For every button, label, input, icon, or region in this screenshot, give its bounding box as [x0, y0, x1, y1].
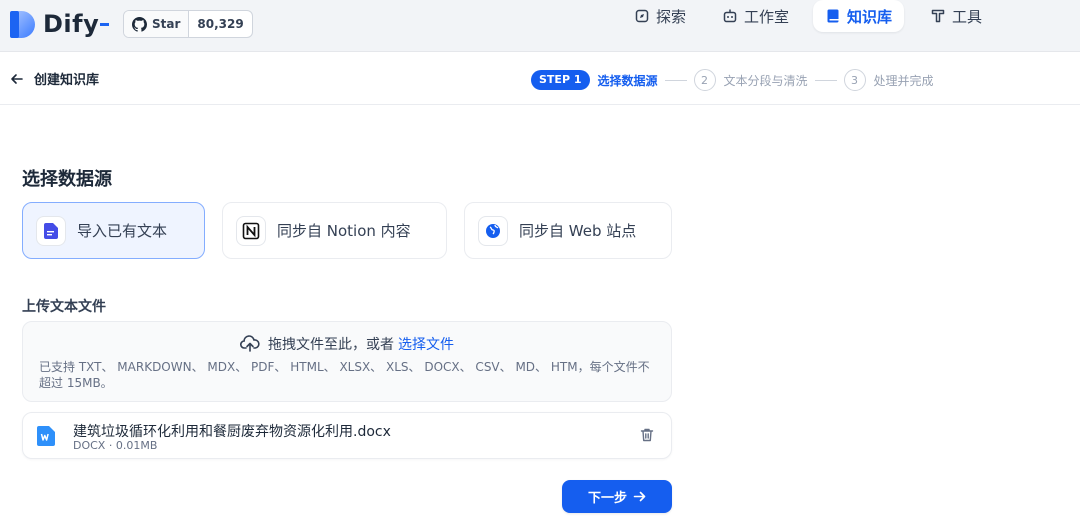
- github-star-label: Star: [152, 17, 181, 31]
- github-star-count: 80,329: [197, 17, 244, 31]
- arrow-left-icon: [11, 73, 23, 84]
- file-text-icon: [44, 222, 58, 239]
- uploaded-file-item: 建筑垃圾循环化利用和餐厨废弃物资源化利用.docx DOCX · 0.01MB: [22, 412, 672, 459]
- select-file-link[interactable]: 选择文件: [398, 334, 454, 354]
- back-button[interactable]: 创建知识库: [10, 69, 99, 88]
- step-divider: [664, 79, 687, 81]
- page-title: 选择数据源: [22, 169, 112, 190]
- source-option-web[interactable]: 同步自 Web 站点: [464, 202, 672, 259]
- step-2-number: 2: [693, 69, 716, 91]
- dropzone-text: 拖拽文件至此，或者: [268, 337, 394, 353]
- source-option-label: 同步自 Notion 内容: [277, 222, 411, 240]
- nav-item-knowledge[interactable]: 知识库: [813, 0, 905, 32]
- compass-icon: [635, 9, 649, 23]
- step-1-label: 选择数据源: [597, 73, 658, 88]
- nav-item-explore[interactable]: 探索: [622, 0, 698, 32]
- next-step-label: 下一步: [587, 491, 627, 506]
- source-option-import-text[interactable]: 导入已有文本: [22, 202, 205, 259]
- step-3-label: 处理并完成: [873, 73, 934, 88]
- step-divider: [814, 79, 837, 81]
- source-option-notion[interactable]: 同步自 Notion 内容: [222, 202, 447, 259]
- github-star-button[interactable]: Star 80,329: [123, 10, 253, 38]
- docx-file-icon: [37, 426, 55, 446]
- brand-name: Dify: [43, 10, 100, 38]
- step-2-label: 文本分段与清洗: [723, 73, 808, 88]
- github-icon: [132, 16, 147, 32]
- source-icon-wrapper: [36, 215, 66, 246]
- hammer-icon: [931, 9, 945, 23]
- globe-icon: [486, 223, 500, 238]
- trash-icon[interactable]: [639, 427, 655, 443]
- brand-underscore: [100, 22, 110, 26]
- nav-item-label: 工具: [952, 7, 983, 26]
- book-icon: [827, 9, 839, 23]
- nav-item-studio[interactable]: 工作室: [710, 0, 801, 32]
- notion-icon: [242, 222, 260, 239]
- back-button-label: 创建知识库: [34, 73, 100, 88]
- nav-item-label: 工作室: [744, 7, 790, 26]
- step-3-number: 3: [843, 69, 866, 91]
- dify-logo[interactable]: Dify: [10, 9, 110, 39]
- top-navigation-bar: Dify Star 80,329 探索 工作室 知识库 工具: [0, 0, 1080, 52]
- next-step-button[interactable]: 下一步: [562, 480, 672, 513]
- robot-icon: [723, 9, 737, 23]
- dify-logo-icon: [10, 9, 36, 39]
- source-option-label: 同步自 Web 站点: [519, 222, 637, 240]
- file-name: 建筑垃圾循环化利用和餐厨废弃物资源化利用.docx: [73, 424, 391, 440]
- upload-cloud-icon: [240, 335, 260, 352]
- nav-item-tools[interactable]: 工具: [918, 0, 994, 32]
- upload-section-title: 上传文本文件: [22, 299, 106, 315]
- nav-item-label: 知识库: [847, 7, 893, 26]
- source-option-label: 导入已有文本: [77, 222, 168, 240]
- step-1-badge: STEP 1: [531, 70, 590, 90]
- nav-item-label: 探索: [656, 7, 687, 26]
- arrow-right-icon: [633, 491, 646, 502]
- step-indicator: STEP 1 选择数据源 2 文本分段与清洗 3 处理并完成: [531, 69, 934, 91]
- file-meta: DOCX · 0.01MB: [73, 439, 158, 452]
- source-icon-wrapper: [478, 215, 508, 246]
- source-icon-wrapper: [236, 215, 266, 246]
- supported-formats-hint: 已支持 TXT、 MARKDOWN、 MDX、 PDF、 HTML、 XLSX、…: [39, 360, 650, 390]
- file-dropzone[interactable]: 拖拽文件至此，或者 选择文件 已支持 TXT、 MARKDOWN、 MDX、 P…: [22, 321, 672, 402]
- dataset-create-header: 创建知识库 STEP 1 选择数据源 2 文本分段与清洗 3 处理并完成: [0, 53, 1080, 105]
